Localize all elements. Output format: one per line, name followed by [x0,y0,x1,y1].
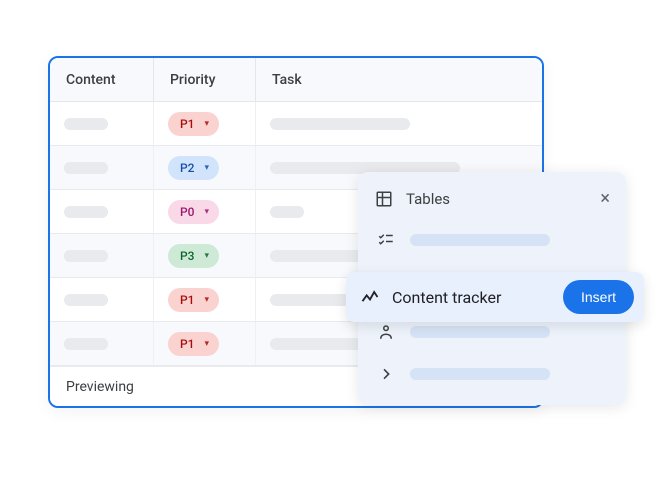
priority-chip[interactable]: P1 ▾ [168,332,219,356]
chevron-down-icon: ▾ [204,295,209,305]
text-placeholder [64,338,108,350]
cell-content [50,190,154,233]
chevron-down-icon: ▾ [204,163,209,173]
text-placeholder [64,294,108,306]
priority-label: P1 [180,337,194,351]
priority-chip[interactable]: P0 ▾ [168,200,219,224]
cell-task [256,102,542,145]
header-content: Content [50,58,154,101]
cell-priority: P2 ▾ [154,146,256,189]
popup-item-highlighted[interactable]: Content tracker Insert [346,272,644,322]
chevron-down-icon: ▾ [204,339,209,349]
text-placeholder [270,206,304,218]
priority-chip[interactable]: P3 ▾ [168,244,219,268]
popup-item-label-placeholder [410,234,550,246]
priority-chip[interactable]: P2 ▾ [168,156,219,180]
popup-item-label-placeholder [410,326,550,338]
chevron-right-icon [376,364,396,384]
popup-header: Tables × [358,186,626,219]
trend-icon [360,287,380,307]
chevron-down-icon: ▾ [204,207,209,217]
checklist-icon [376,230,396,250]
header-task: Task [256,58,542,101]
priority-chip[interactable]: P1 ▾ [168,288,219,312]
priority-label: P3 [180,249,194,263]
cell-content [50,146,154,189]
cell-content [50,278,154,321]
cell-priority: P3 ▾ [154,234,256,277]
chevron-down-icon: ▾ [204,119,209,129]
cell-content [50,234,154,277]
popup-title: Tables [406,190,600,208]
text-placeholder [64,162,108,174]
chevron-down-icon: ▾ [204,251,209,261]
popup-item-label-placeholder [410,368,550,380]
cell-priority: P1 ▾ [154,322,256,365]
table-header-row: Content Priority Task [50,58,542,102]
close-icon[interactable]: × [600,188,610,209]
table-row: P1 ▾ [50,102,542,146]
priority-label: P1 [180,117,194,131]
cell-content [50,102,154,145]
cell-content [50,322,154,365]
cell-priority: P1 ▾ [154,278,256,321]
priority-label: P0 [180,205,194,219]
cell-priority: P0 ▾ [154,190,256,233]
table-icon [374,189,394,209]
popup-item[interactable] [358,219,626,261]
popup-item[interactable] [358,353,626,395]
text-placeholder [64,250,108,262]
text-placeholder [270,118,410,130]
text-placeholder [64,206,108,218]
priority-label: P1 [180,293,194,307]
insert-button[interactable]: Insert [563,280,634,314]
priority-chip[interactable]: P1 ▾ [168,112,219,136]
priority-label: P2 [180,161,194,175]
cell-priority: P1 ▾ [154,102,256,145]
popup-item-label: Content tracker [392,288,551,307]
person-icon [376,322,396,342]
header-priority: Priority [154,58,256,101]
text-placeholder [64,118,108,130]
